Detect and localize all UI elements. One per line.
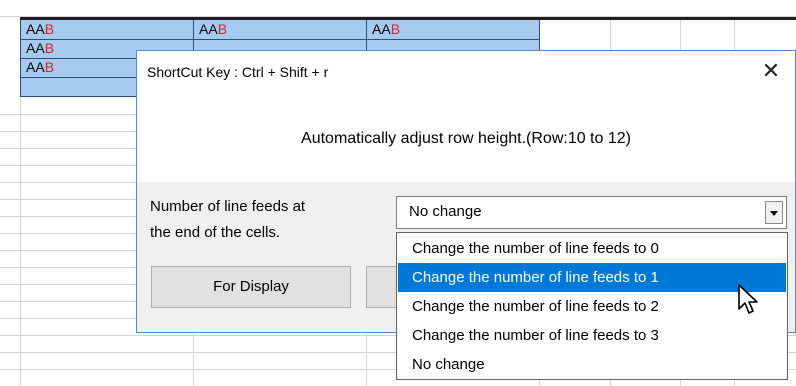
selection-row-border [20, 39, 540, 40]
dropdown-option[interactable]: No change [398, 350, 786, 379]
cell-text[interactable]: AAB [26, 39, 54, 58]
dropdown-option[interactable]: Change the number of line feeds to 2 [398, 292, 786, 321]
cell-text-suffix: B [44, 21, 55, 37]
dropdown-option[interactable]: Change the number of line feeds to 3 [398, 321, 786, 350]
cell-text-suffix: B [44, 40, 55, 56]
cell-text[interactable]: AAB [26, 58, 54, 77]
dialog-message: Automatically adjust row height.(Row:10 … [301, 130, 631, 147]
cell-text-prefix: AA [26, 21, 45, 37]
selection-col-border [20, 20, 21, 96]
line-feeds-label: Number of line feeds at the end of the c… [150, 194, 390, 246]
cell-text-suffix: B [390, 21, 401, 37]
line-feeds-label-line1: Number of line feeds at [150, 198, 306, 215]
dropdown-option[interactable]: Change the number of line feeds to 0 [398, 234, 786, 263]
dialog-title: ShortCut Key : Ctrl + Shift + r [147, 64, 329, 80]
cell-text-prefix: AA [26, 59, 45, 75]
line-feeds-label-line2: the end of the cells. [150, 224, 281, 241]
close-icon[interactable]: ✕ [757, 57, 785, 85]
sheet-top-band [0, 0, 796, 17]
combobox-value: No change [409, 203, 482, 220]
dialog-titlebar[interactable]: ShortCut Key : Ctrl + Shift + r ✕ [137, 51, 795, 93]
cell-text-prefix: AA [199, 21, 218, 37]
cell-text-prefix: AA [372, 21, 391, 37]
dropdown-option-selected[interactable]: Change the number of line feeds to 1 [398, 263, 786, 292]
cell-text-suffix: B [217, 21, 228, 37]
mouse-pointer-icon [738, 284, 758, 314]
chevron-down-icon[interactable] [765, 201, 783, 224]
cell-text-suffix: B [44, 59, 55, 75]
cell-text[interactable]: AAB [199, 20, 227, 39]
line-feeds-combobox[interactable]: No change [396, 196, 787, 229]
cell-text-prefix: AA [26, 40, 45, 56]
cell-text[interactable]: AAB [26, 20, 54, 39]
for-display-button[interactable]: For Display [151, 266, 351, 308]
cell-text[interactable]: AAB [372, 20, 400, 39]
line-feeds-dropdown-list[interactable]: Change the number of line feeds to 0 Cha… [396, 232, 788, 380]
